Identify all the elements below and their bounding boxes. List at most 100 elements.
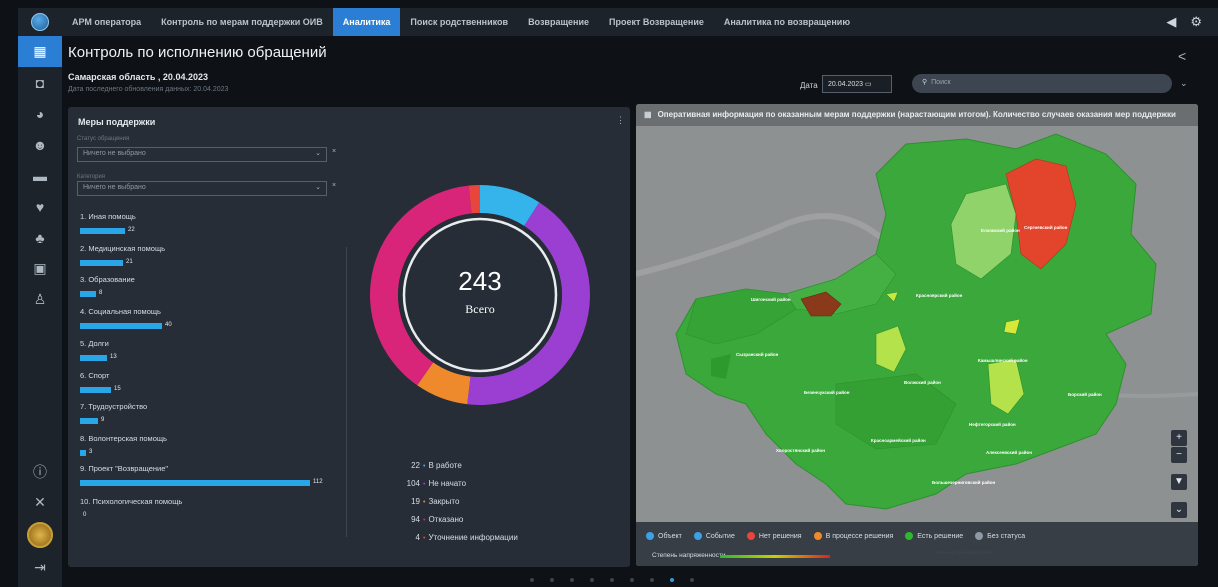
grid-icon[interactable]: ▦ [18,36,62,67]
donut-legend-item[interactable]: 4 • Уточнение информации [398,529,518,547]
region-map[interactable]: Елховский район Сергиевский район Красно… [636,104,1198,566]
page-dot[interactable] [690,578,694,582]
donut-total: 243 [458,266,501,296]
monitor-icon[interactable]: ▣ [18,253,62,284]
map-canvas[interactable]: Елховский район Сергиевский район Красно… [636,104,1198,566]
page-dot[interactable] [590,578,594,582]
book-icon[interactable]: ▬ [18,160,62,191]
map-legend-item[interactable]: Без статуса [975,532,1025,540]
category-bar[interactable] [80,291,96,298]
info-icon[interactable]: ⓘ [18,456,62,487]
category-item[interactable]: 6. Спорт 15 [80,371,121,398]
tab-operator[interactable]: АРМ оператора [62,8,151,36]
top-navigation: АРМ оператора Контроль по мерам поддержк… [18,8,1218,36]
category-filter-label: Категория [77,174,106,180]
status-select[interactable]: Ничего не выбрано ⌄ [77,147,327,162]
category-bar[interactable] [80,228,125,235]
category-label: 2. Медицинская помощь [80,244,166,253]
map-legend-items: Объект Событие Нет решения В процессе решен… [646,532,1025,540]
filter-icon[interactable]: ▼ [1171,474,1187,490]
category-item[interactable]: 2. Медицинская помощь 21 [80,244,165,271]
heart-icon[interactable]: ♥ [18,191,62,222]
clear-category-icon[interactable]: × [332,182,336,189]
donut-legend-item[interactable]: 104 • Не начато [398,475,518,493]
category-bar[interactable] [80,480,310,487]
category-bar[interactable] [80,387,111,394]
page-dot[interactable] [530,578,534,582]
chevron-down-icon[interactable]: ⌄ [1180,78,1188,89]
logout-icon[interactable]: ⇥ [18,552,62,583]
donut-legend: 22 • В работе 104 • Не начато 19 • Закрыто 94 • Отк… [398,457,518,547]
region-date: Самарская область , 20.04.2023 [68,72,208,82]
category-item[interactable]: 9. Проект "Возвращение" 112 [80,464,323,491]
status-donut-chart: 243 Всего [370,185,590,405]
zoom-in-button[interactable]: + [1171,430,1187,446]
category-item[interactable]: 10. Психологическая помощь 0 [80,497,182,524]
tab-support-control[interactable]: Контроль по мерам поддержки ОИВ [151,8,333,36]
tab-return[interactable]: Возвращение [518,8,599,36]
donut-legend-item[interactable]: 22 • В работе [398,457,518,475]
support-icon[interactable]: ♙ [18,284,62,315]
zoom-out-button[interactable]: − [1171,447,1187,463]
category-count: 21 [126,258,133,265]
category-item[interactable]: 3. Образование 8 [80,275,135,302]
tab-return-analytics[interactable]: Аналитика по возвращению [714,8,860,36]
more-icon[interactable]: ⋮ [616,115,625,126]
globe-nav-icon[interactable]: ◕ [18,98,62,129]
gear-icon[interactable]: ⚙ [1190,14,1202,30]
legend-dot: • [423,481,426,488]
category-count: 22 [128,226,135,233]
category-bar[interactable] [80,355,107,362]
notification-icon[interactable]: ◀ [1166,14,1176,30]
tab-relatives-search[interactable]: Поиск родственников [400,8,518,36]
category-count: 8 [99,289,103,296]
tab-return-project[interactable]: Проект Возвращение [599,8,714,36]
category-item[interactable]: 7. Трудоустройство 9 [80,402,147,429]
page-dot[interactable] [570,578,574,582]
legend-dot [646,532,654,540]
stress-scale [720,555,830,558]
category-bar[interactable] [80,450,86,457]
tools-icon[interactable]: ✕ [18,487,62,518]
legend-count: 19 [411,497,420,506]
map-legend-item[interactable]: Есть решение [905,532,963,540]
map-legend-label: Нет решения [758,532,802,540]
category-bar[interactable] [80,260,123,267]
page-dot[interactable] [550,578,554,582]
category-item[interactable]: 4. Социальная помощь 40 [80,307,172,334]
page-indicator [530,578,694,582]
legend-dot: • [423,463,426,470]
donut-legend-item[interactable]: 19 • Закрыто [398,493,518,511]
map-title: ▦ Оперативная информация по оказанным мер… [636,104,1198,126]
map-legend-item[interactable]: Объект [646,532,682,540]
page-dot[interactable] [610,578,614,582]
chevron-down-icon[interactable]: ⌄ [1171,502,1187,518]
hands-icon[interactable]: ♣ [18,222,62,253]
map-legend-item[interactable]: Событие [693,532,735,540]
users-icon[interactable]: ☻ [18,129,62,160]
support-measures-panel: Меры поддержки ⋮ Статус обращения Ничего… [68,107,630,567]
share-icon[interactable]: < [1178,48,1186,64]
category-label: 3. Образование [80,275,135,284]
app-logo[interactable] [18,8,62,36]
donut-legend-item[interactable]: 94 • Отказано [398,511,518,529]
category-select[interactable]: Ничего не выбрано ⌄ [77,181,327,196]
tab-analytics[interactable]: Аналитика [332,8,401,36]
search-input[interactable]: ⚲ Поиск [912,74,1172,93]
page-dot[interactable] [630,578,634,582]
last-update-text: Дата последнего обновления данных: 20.04… [68,86,229,93]
category-bar[interactable] [80,418,98,425]
map-legend-item[interactable]: Нет решения [746,532,802,540]
category-item[interactable]: 8. Волонтерская помощь 3 [80,434,167,461]
category-label: 1. Иная помощь [80,212,136,221]
clear-status-icon[interactable]: × [332,148,336,155]
category-bar[interactable] [80,323,162,330]
page-dot[interactable] [650,578,654,582]
category-item[interactable]: 1. Иная помощь 22 [80,212,136,239]
camera-icon[interactable]: ◘ [18,67,62,98]
map-legend-item[interactable]: В процессе решения [813,532,893,540]
category-item[interactable]: 5. Долги 13 [80,339,117,366]
page-dot-active[interactable] [670,578,674,582]
chevron-down-icon: ⌄ [315,184,321,191]
date-field[interactable]: 20.04.2023 ▭ [822,75,892,93]
